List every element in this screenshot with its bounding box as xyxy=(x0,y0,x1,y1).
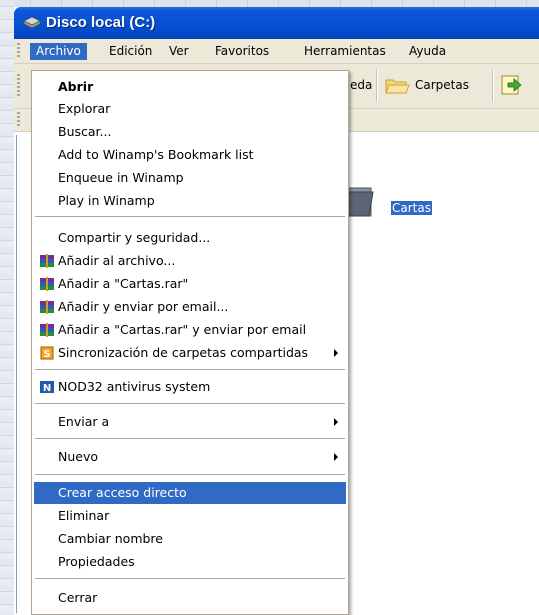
svg-text:S: S xyxy=(43,349,50,360)
winrar-icon xyxy=(40,254,54,268)
menubar-grip[interactable] xyxy=(17,43,20,59)
menu-item-compartir[interactable]: Compartir y seguridad... xyxy=(34,227,346,249)
title-bar[interactable]: Disco local (C:) xyxy=(14,7,539,39)
menu-favoritos[interactable]: Favoritos xyxy=(209,43,275,60)
menu-separator xyxy=(35,369,345,370)
menu-item-label: Propiedades xyxy=(58,554,135,569)
menu-item-label: Abrir xyxy=(58,79,94,94)
search-button-label[interactable]: eda xyxy=(350,78,372,92)
menu-separator xyxy=(35,578,345,579)
menu-item-buscar[interactable]: Buscar... xyxy=(34,121,346,143)
menu-item-label: Eliminar xyxy=(58,508,110,523)
submenu-arrow-icon xyxy=(334,349,338,357)
menu-item-cambiar-nombre[interactable]: Cambiar nombre xyxy=(34,528,346,550)
winrar-icon xyxy=(40,277,54,291)
toolbar-grip[interactable] xyxy=(17,74,20,98)
winrar-icon xyxy=(40,323,54,337)
folder-name-label[interactable]: Cartas xyxy=(391,201,432,215)
menu-item-label: Buscar... xyxy=(58,124,112,139)
drive-icon xyxy=(23,16,41,29)
menu-item-label: Play in Winamp xyxy=(58,193,155,208)
menu-item-winamp-play[interactable]: Play in Winamp xyxy=(34,190,346,212)
desktop-background-top xyxy=(0,0,539,7)
menu-item-crear-acceso[interactable]: Crear acceso directo xyxy=(34,482,346,504)
folders-button-label[interactable]: Carpetas xyxy=(415,78,469,92)
menu-item-label: Añadir al archivo... xyxy=(58,253,176,268)
menu-item-winamp-enqueue[interactable]: Enqueue in Winamp xyxy=(34,167,346,189)
menu-item-label: Añadir y enviar por email... xyxy=(58,299,229,314)
svg-text:N: N xyxy=(43,383,51,394)
move-to-icon[interactable] xyxy=(500,73,524,97)
menu-item-label: Enqueue in Winamp xyxy=(58,170,184,185)
menu-item-cerrar[interactable]: Cerrar xyxy=(34,587,346,609)
menu-herramientas[interactable]: Herramientas xyxy=(298,43,392,60)
menu-item-label: Cambiar nombre xyxy=(58,531,163,546)
menu-item-label: Cerrar xyxy=(58,590,98,605)
menu-ver[interactable]: Ver xyxy=(163,43,195,60)
menu-edicion[interactable]: Edición xyxy=(103,43,158,60)
menu-separator xyxy=(35,216,345,217)
menu-item-nuevo[interactable]: Nuevo xyxy=(34,446,346,468)
menu-ayuda[interactable]: Ayuda xyxy=(403,43,452,60)
menu-archivo[interactable]: Archivo xyxy=(30,43,87,60)
menu-item-eliminar[interactable]: Eliminar xyxy=(34,505,346,527)
addressbar-grip[interactable] xyxy=(17,112,20,128)
menu-item-propiedades[interactable]: Propiedades xyxy=(34,551,346,573)
menu-item-anadir-archivo[interactable]: Añadir al archivo... xyxy=(34,250,346,272)
menu-bar: Archivo Edición Ver Favoritos Herramient… xyxy=(14,39,539,64)
menu-separator xyxy=(35,438,345,439)
menu-item-label: Enviar a xyxy=(58,414,110,429)
menu-item-label: Crear acceso directo xyxy=(58,485,187,500)
toolbar-separator xyxy=(492,70,494,102)
menu-separator xyxy=(35,474,345,475)
file-menu-dropdown: Abrir Explorar Buscar... Add to Winamp's… xyxy=(31,70,349,615)
menu-item-anadir-cartas-email[interactable]: Añadir a "Cartas.rar" y enviar por email xyxy=(34,319,346,341)
folders-icon[interactable] xyxy=(384,74,410,96)
toolbar-separator xyxy=(376,70,378,102)
submenu-arrow-icon xyxy=(334,453,338,461)
desktop-background-left xyxy=(0,0,14,615)
menu-item-enviar-a[interactable]: Enviar a xyxy=(34,411,346,433)
menu-item-sincronizacion[interactable]: S Sincronización de carpetas compartidas xyxy=(34,342,346,364)
menu-item-abrir[interactable]: Abrir xyxy=(34,76,346,98)
menu-item-anadir-email[interactable]: Añadir y enviar por email... xyxy=(34,296,346,318)
submenu-arrow-icon xyxy=(334,418,338,426)
menu-item-label: NOD32 antivirus system xyxy=(58,379,211,394)
menu-item-anadir-cartas-rar[interactable]: Añadir a "Cartas.rar" xyxy=(34,273,346,295)
menu-item-label: Añadir a "Cartas.rar" y enviar por email xyxy=(58,322,307,337)
window-title: Disco local (C:) xyxy=(46,14,156,31)
sync-icon: S xyxy=(40,346,54,360)
menu-item-label: Nuevo xyxy=(58,449,99,464)
menu-item-label: Sincronización de carpetas compartidas xyxy=(58,345,309,360)
winrar-icon xyxy=(40,300,54,314)
menu-separator xyxy=(35,403,345,404)
nod32-icon: N xyxy=(40,381,54,394)
menu-item-label: Añadir a "Cartas.rar" xyxy=(58,276,189,291)
menu-item-nod32[interactable]: N NOD32 antivirus system xyxy=(34,376,346,398)
menu-item-label: Add to Winamp's Bookmark list xyxy=(58,147,254,162)
menu-item-explorar[interactable]: Explorar xyxy=(34,98,346,120)
menu-item-label: Compartir y seguridad... xyxy=(58,230,211,245)
menu-item-label: Explorar xyxy=(58,101,111,116)
menu-item-winamp-bookmark[interactable]: Add to Winamp's Bookmark list xyxy=(34,144,346,166)
